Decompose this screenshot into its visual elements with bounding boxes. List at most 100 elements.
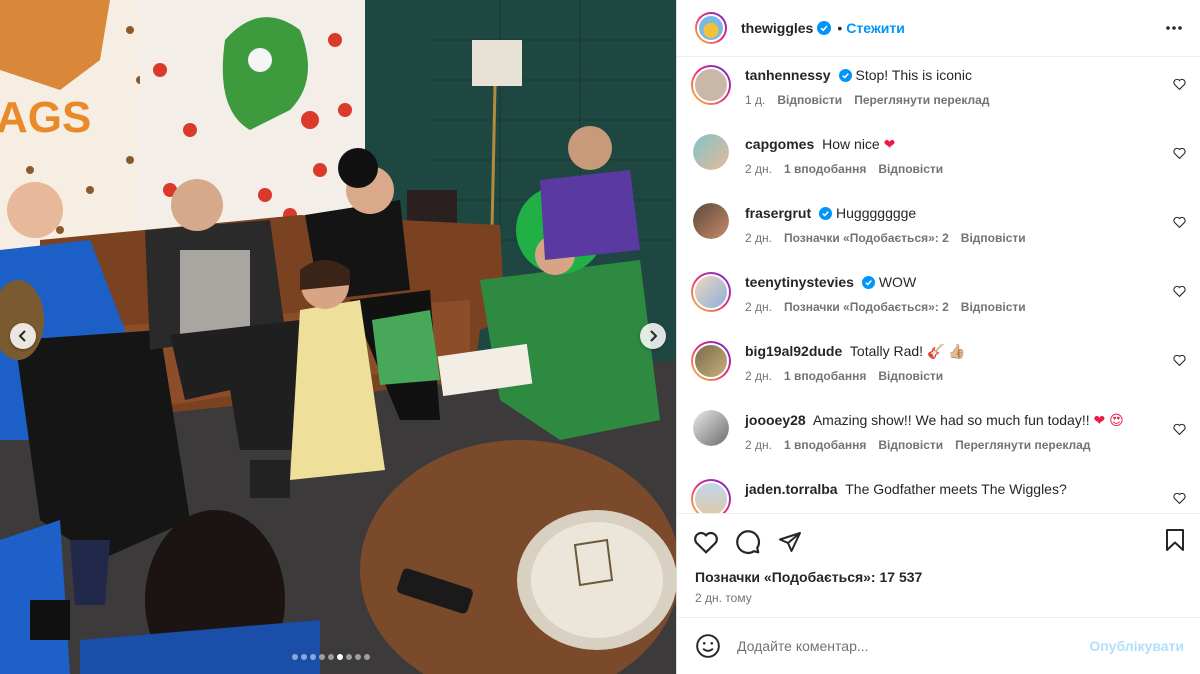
header-separator: •	[837, 20, 843, 36]
comments-list[interactable]: tanhennessy Stop! This is iconic 1 д. Ві…	[677, 57, 1200, 513]
add-comment-bar: Опублікувати	[677, 617, 1200, 674]
bookmark-icon	[1166, 529, 1184, 551]
comment-text: WOW	[878, 274, 917, 290]
emoji-picker-button[interactable]	[695, 633, 721, 659]
comment-button[interactable]	[735, 529, 761, 555]
commenter-avatar[interactable]	[691, 65, 731, 105]
smiley-icon	[696, 634, 720, 658]
chevron-right-icon	[650, 330, 658, 342]
post-header: thewiggles • Стежити	[677, 0, 1200, 57]
reply-button[interactable]: Відповісти	[878, 438, 943, 452]
comment-text: Totally Rad!	[849, 343, 924, 359]
verified-badge-icon	[861, 276, 875, 289]
comment-like-button[interactable]	[1173, 353, 1186, 369]
commenter-avatar[interactable]	[691, 479, 731, 513]
post-side-panel: thewiggles • Стежити tanhennessy Stop! T…	[676, 0, 1200, 674]
heart-outline-icon	[1173, 285, 1186, 298]
follow-button[interactable]: Стежити	[846, 20, 905, 36]
more-horizontal-icon	[1166, 26, 1182, 30]
verified-badge-icon	[819, 207, 833, 220]
comment-like-button[interactable]	[1173, 215, 1186, 231]
comment-text: Huggggggge	[836, 205, 917, 221]
comment-item: jaden.torralba The Godfather meets The W…	[677, 479, 1200, 513]
share-button[interactable]	[777, 530, 803, 554]
commenter-username[interactable]: joooey28	[745, 412, 806, 428]
comment-age[interactable]: 2 дн.	[745, 369, 772, 383]
comment-age[interactable]: 2 дн.	[745, 300, 772, 314]
commenter-username[interactable]: capgomes	[745, 136, 814, 152]
heart-icon	[694, 531, 718, 554]
verified-badge-icon	[817, 21, 832, 35]
reply-button[interactable]: Відповісти	[961, 300, 1026, 314]
commenter-username[interactable]: teenytinystevies	[745, 274, 854, 290]
carousel-dot	[328, 654, 334, 660]
comment-text: Stop! This is iconic	[855, 67, 972, 83]
reply-button[interactable]: Відповісти	[878, 162, 943, 176]
guitar-thumbs-emoji: 🎸 👍🏼	[926, 343, 966, 359]
see-translation-button[interactable]: Переглянути переклад	[854, 93, 989, 107]
carousel-dot	[364, 654, 370, 660]
likes-count[interactable]: Позначки «Подобається»: 17 537	[677, 569, 1200, 589]
commenter-avatar[interactable]	[693, 203, 729, 239]
heart-outline-icon	[1173, 354, 1186, 367]
comment-likes-count[interactable]: 1 вподобання	[784, 369, 866, 383]
carousel-dot	[319, 654, 325, 660]
comment-like-button[interactable]	[1173, 146, 1186, 162]
commenter-username[interactable]: tanhennessy	[745, 67, 831, 83]
commenter-username[interactable]: jaden.torralba	[745, 481, 838, 497]
commenter-username[interactable]: frasergrut	[745, 205, 811, 221]
comment-like-button[interactable]	[1173, 422, 1186, 438]
like-button[interactable]	[693, 530, 719, 554]
reply-button[interactable]: Відповісти	[878, 369, 943, 383]
reply-button[interactable]: Відповісти	[777, 93, 842, 107]
comment-input[interactable]	[737, 638, 1090, 654]
more-options-button[interactable]	[1164, 18, 1184, 41]
comment-age[interactable]: 2 дн.	[745, 438, 772, 452]
comment-age[interactable]: 2 дн.	[745, 162, 772, 176]
reply-button[interactable]: Відповісти	[961, 231, 1026, 245]
backstage-photo-image: AGS	[0, 0, 676, 674]
carousel-dot-active	[337, 654, 343, 660]
comment-likes-count[interactable]: 1 вподобання	[784, 438, 866, 452]
comment-like-button[interactable]	[1173, 491, 1186, 507]
commenter-avatar[interactable]	[691, 341, 731, 381]
author-avatar[interactable]	[695, 12, 727, 44]
heart-eyes-emoji: ❤ 😍	[1093, 412, 1124, 428]
comment-item: big19al92dude Totally Rad! 🎸 👍🏼 2 дн. 1 …	[677, 341, 1200, 410]
comment-likes-count[interactable]: Позначки «Подобається»: 2	[784, 300, 949, 314]
carousel-prev-button[interactable]	[10, 323, 36, 349]
svg-text:AGS: AGS	[0, 93, 91, 142]
comment-like-button[interactable]	[1173, 77, 1186, 93]
comment-like-button[interactable]	[1173, 284, 1186, 300]
comment-age[interactable]: 1 д.	[745, 93, 765, 107]
see-translation-button[interactable]: Переглянути переклад	[955, 438, 1090, 452]
verified-badge-icon	[838, 69, 852, 82]
comment-item: joooey28 Amazing show!! We had so much f…	[677, 410, 1200, 479]
posted-time[interactable]: 2 дн. тому	[677, 591, 1200, 617]
post-actions-bar	[677, 513, 1200, 569]
commenter-avatar[interactable]	[693, 134, 729, 170]
comment-text: How nice	[822, 136, 880, 152]
post-photo[interactable]: AGS	[0, 0, 676, 674]
comment-likes-count[interactable]: 1 вподобання	[784, 162, 866, 176]
heart-outline-icon	[1173, 147, 1186, 160]
comment-item: capgomes How nice ❤ 2 дн. 1 вподобання В…	[677, 134, 1200, 203]
carousel-next-button[interactable]	[640, 323, 666, 349]
heart-outline-icon	[1173, 423, 1186, 436]
heart-outline-icon	[1173, 78, 1186, 91]
comment-age[interactable]: 2 дн.	[745, 231, 772, 245]
author-username[interactable]: thewiggles	[741, 20, 813, 36]
carousel-dot	[301, 654, 307, 660]
commenter-username[interactable]: big19al92dude	[745, 343, 842, 359]
publish-comment-button[interactable]: Опублікувати	[1089, 638, 1184, 654]
paper-plane-icon	[779, 531, 801, 552]
comment-item: frasergrut Huggggggge 2 дн. Позначки «По…	[677, 203, 1200, 272]
comment-likes-count[interactable]: Позначки «Подобається»: 2	[784, 231, 949, 245]
commenter-avatar[interactable]	[693, 410, 729, 446]
carousel-dot	[355, 654, 361, 660]
heart-emoji: ❤	[883, 136, 896, 152]
commenter-avatar[interactable]	[691, 272, 731, 312]
carousel-dot	[292, 654, 298, 660]
save-button[interactable]	[1164, 528, 1186, 555]
carousel-dot	[310, 654, 316, 660]
